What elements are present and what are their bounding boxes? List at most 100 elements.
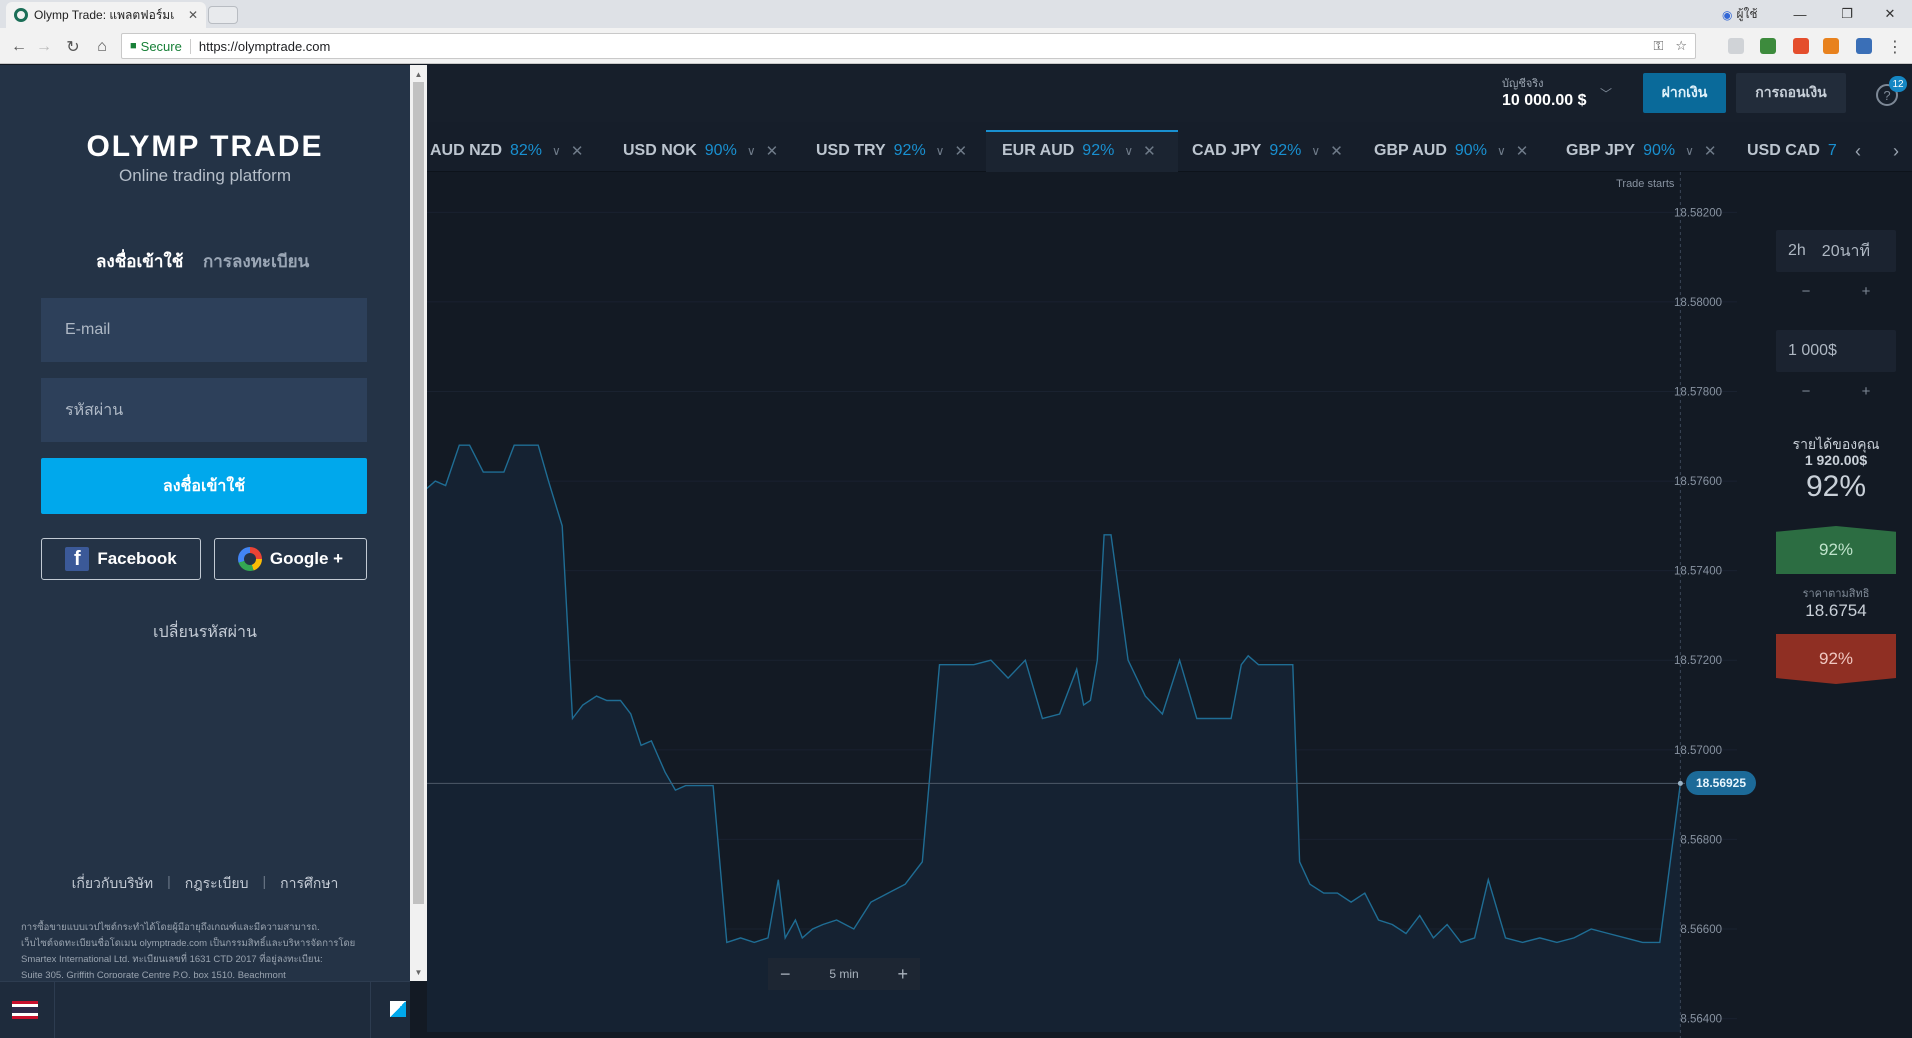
restore-icon[interactable]: ❐ [1825,0,1869,28]
star-icon[interactable]: ☆ [1675,38,1687,54]
new-tab-button[interactable] [208,6,238,24]
extension-shield-icon[interactable] [1793,38,1809,54]
amount-increase-button[interactable]: + [1836,378,1896,404]
scroll-up-icon[interactable]: ▲ [410,67,427,81]
chevron-down-icon[interactable]: ∨ [1685,144,1694,158]
forgot-password-link[interactable]: เปลี่ยนรหัสผ่าน [0,620,410,645]
tab-title: Olymp Trade: แพลตฟอร์มเ [34,7,175,22]
income-percent: 92% [1805,470,1867,503]
chevron-down-icon[interactable]: ∨ [936,144,945,158]
browser-tab-olymptrade[interactable]: Olymp Trade: แพลตฟอร์มเ ✕ [6,2,206,28]
tab-close-icon[interactable]: ✕ [188,8,198,22]
duration-hours: 2h [1788,242,1806,259]
extension-fox-icon[interactable] [1823,38,1839,54]
footer-link-regulation[interactable]: กฎระเบียบ [185,873,249,895]
google-button[interactable]: Google + [214,538,367,580]
chevron-right-icon[interactable]: › [1884,138,1908,164]
duration-increase-button[interactable]: + [1836,278,1896,304]
close-asset-icon[interactable]: ✕ [1330,142,1343,160]
footer-separator: | [167,873,171,889]
close-asset-icon[interactable]: ✕ [571,142,584,160]
asset-tab-cad-jpy[interactable]: CAD JPY 92% ∨ ✕ [1192,130,1343,172]
deposit-button[interactable]: ฝากเงิน [1643,73,1726,113]
asset-tab-usd-try[interactable]: USD TRY 92% ∨ ✕ [816,130,967,172]
google-label: Google + [269,549,344,568]
close-window-icon[interactable]: ✕ [1868,0,1912,28]
footer-separator: | [262,873,267,889]
chevron-left-icon[interactable]: ‹ [1846,138,1870,164]
tab-login[interactable]: ลงชื่อเข้าใช้ [96,248,183,275]
profile-icon: ◉ [1722,7,1733,22]
trade-down-button[interactable]: 92% [1776,634,1896,684]
back-icon[interactable]: ← [8,36,30,58]
asset-tab-aud-nzd[interactable]: AUD NZD 82% ∨ ✕ [430,130,583,172]
amount-input[interactable]: 1 000$ [1776,330,1896,372]
duration-decrease-button[interactable]: − [1776,278,1836,304]
legal-line: Suite 305, Griffith Corporate Centre P.O… [21,970,286,978]
forward-icon[interactable]: → [33,36,55,58]
close-asset-icon[interactable]: ✕ [1704,142,1717,160]
zoom-out-button[interactable]: − [780,964,791,985]
home-icon[interactable]: ⌂ [91,36,113,58]
url-bar[interactable]: ■ Secure https://olymptrade.com ⚿ ☆ [121,33,1696,59]
facebook-button[interactable]: f Facebook [41,538,201,580]
scrollbar-thumb[interactable] [413,82,424,904]
strike-price-value: 18.6754 [1805,601,1867,620]
close-asset-icon[interactable]: ✕ [766,142,779,160]
close-asset-icon[interactable]: ✕ [1143,142,1156,160]
duration-selector[interactable]: 2h 20นาที [1776,230,1896,272]
asset-tab-gbp-jpy[interactable]: GBP JPY 90% ∨ ✕ [1566,130,1716,172]
chevron-down-icon[interactable]: ∨ [552,144,561,158]
asset-name: CAD JPY [1192,142,1262,159]
close-asset-icon[interactable]: ✕ [954,142,967,160]
scroll-down-icon[interactable]: ▼ [410,965,427,979]
withdraw-button[interactable]: การถอนเงิน [1736,73,1846,113]
zoom-control: − 5 min + [768,958,920,990]
asset-tab-gbp-aud[interactable]: GBP AUD 90% ∨ ✕ [1374,130,1528,172]
asset-name: USD NOK [623,142,697,159]
asset-tab-usd-nok[interactable]: USD NOK 90% ∨ ✕ [623,130,778,172]
income-amount: 1 920.00$ [1804,452,1868,468]
asset-tab-eur-aud[interactable]: EUR AUD 92% ∨ ✕ [1002,130,1156,172]
thai-flag-icon[interactable] [12,1001,38,1019]
minimize-icon[interactable]: — [1778,0,1822,28]
asset-tab-usd-cad[interactable]: USD CAD 7 [1747,130,1842,172]
tagline: Online trading platform [119,166,291,185]
profile-button[interactable]: ◉ ผู้ใช้ [1722,5,1758,24]
divider [370,981,371,1038]
footer-link-about[interactable]: เกี่ยวกับบริษัท [72,873,154,895]
footer-links: เกี่ยวกับบริษัท | กฎระเบียบ | การศึกษา [0,873,410,895]
extension-cloud-icon[interactable] [1728,38,1744,54]
close-asset-icon[interactable]: ✕ [1516,142,1529,160]
browser-menu-icon[interactable]: ⋮ [1884,36,1906,58]
amount-stepper: − + [1776,378,1896,404]
secure-label: Secure [141,38,191,54]
account-balance[interactable]: 10 000.00 $ [1502,92,1587,110]
asset-name: GBP AUD [1374,142,1447,159]
chevron-down-icon[interactable]: ∨ [1124,144,1133,158]
trade-up-button[interactable]: 92% [1776,526,1896,574]
key-icon[interactable]: ⚿ [1653,38,1663,54]
olymp-favicon-icon [14,8,28,22]
footer-link-education[interactable]: การศึกษา [280,873,338,895]
email-field[interactable]: E-mail [41,298,367,362]
divider [54,981,55,1038]
reload-icon[interactable]: ↻ [62,36,84,58]
amount-decrease-button[interactable]: − [1776,378,1836,404]
duration-minutes: 20นาที [1821,242,1871,260]
chevron-down-icon[interactable]: ∨ [1497,144,1506,158]
chevron-down-icon[interactable]: ∨ [747,144,756,158]
password-field[interactable]: รหัสผ่าน [41,378,367,442]
chevron-down-icon[interactable]: ∨ [1311,144,1320,158]
extension-globe-icon[interactable] [1760,38,1776,54]
login-button[interactable]: ลงชื่อเข้าใช้ [41,458,367,514]
chat-icon[interactable] [390,1001,406,1017]
zoom-level: 5 min [829,967,859,981]
sidebar-bottom-bar [0,981,410,1038]
account-type-label[interactable]: บัญชีจริง [1502,74,1544,92]
tab-register[interactable]: การลงทะเบียน [203,248,309,275]
zoom-in-button[interactable]: + [897,964,908,985]
chevron-down-icon[interactable]: ﹀ [1600,85,1612,102]
extension-code-icon[interactable] [1856,38,1872,54]
price-chart[interactable]: 18.58200 18.58000 18.57800 18.57600 18.57400… [427,172,1912,1038]
